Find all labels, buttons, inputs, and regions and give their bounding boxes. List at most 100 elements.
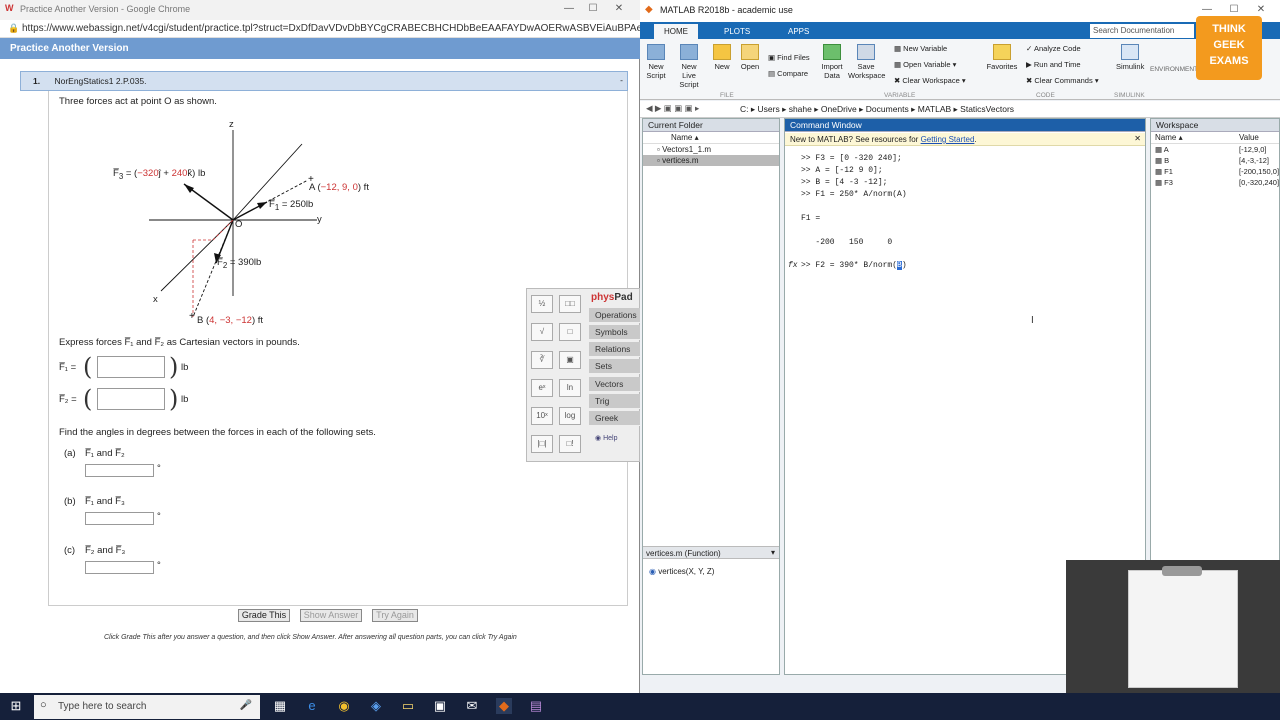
factorial-key[interactable]: □! [559, 435, 581, 453]
f1-answer-input[interactable] [97, 356, 165, 378]
ws-name-column[interactable]: Name ▴ [1155, 133, 1183, 142]
new-script-button[interactable]: New Script [644, 44, 668, 80]
command-input[interactable]: >> F2 = 390* B/norm(B) [801, 261, 907, 270]
folder-name-column[interactable]: Name ▴ [643, 132, 779, 144]
microphone-icon[interactable]: 🎤 [240, 700, 252, 711]
getting-started-link[interactable]: Getting Started [921, 135, 975, 144]
f3-label: F̅3 = (−320ĵ + 240k̂) lb [113, 168, 206, 181]
file-explorer-icon[interactable]: ▭ [400, 698, 416, 714]
angle-a-input[interactable] [85, 464, 154, 477]
point-b-label: B (4, −3, −12) ft [197, 315, 264, 326]
taskbar-search[interactable]: ○ Type here to search 🎤 [34, 695, 260, 719]
analyze-code-button[interactable]: ✓ Analyze Code [1026, 44, 1081, 53]
visual-studio-icon[interactable]: ◈ [368, 698, 384, 714]
address-bar[interactable]: 🔒 https://www.webassign.net/v4cgi/studen… [0, 20, 640, 38]
new-button[interactable]: New [710, 44, 734, 71]
path-segment[interactable]: shahe [789, 104, 812, 114]
exp-key[interactable]: eˣ [531, 379, 553, 397]
tab-apps[interactable]: APPS [778, 24, 819, 39]
run-and-time-button[interactable]: ▶ Run and Time [1026, 60, 1081, 69]
search-icon: ○ [40, 699, 47, 711]
open-variable-button[interactable]: ▦ Open Variable ▾ [894, 60, 956, 69]
app-taskbar-icon[interactable]: ▤ [528, 698, 544, 714]
clipboard-paper [1128, 570, 1238, 688]
path-segment[interactable]: C: [740, 104, 749, 114]
find-files-button[interactable]: ▣ Find Files [768, 53, 810, 62]
question-intro: Three forces act at point O as shown. [59, 96, 217, 107]
tab-plots[interactable]: PLOTS [714, 24, 760, 39]
simulink-button[interactable]: Simulink [1116, 44, 1144, 71]
mail-icon[interactable]: ✉ [464, 698, 480, 714]
command-history: >> F3 = [0 -320 240]; >> A = [-12 9 0]; >>… [801, 154, 907, 247]
nav-arrows-icon[interactable]: ◀ ▶ ▣ ▣ ▣ ▸ [646, 103, 699, 114]
sqrt-key[interactable]: √ [531, 323, 553, 341]
tab-trig[interactable]: Trig [589, 394, 641, 409]
store-icon[interactable]: ▣ [432, 698, 448, 714]
open-button[interactable]: Open [738, 44, 762, 71]
f2-answer-input[interactable] [97, 388, 165, 410]
fx-icon[interactable]: fx [788, 261, 798, 270]
tab-greek[interactable]: Greek [589, 411, 641, 426]
save-workspace-button[interactable]: Save Workspace [848, 44, 885, 80]
minimize-icon[interactable]: — [562, 3, 576, 17]
log-key[interactable]: log [559, 407, 581, 425]
help-link[interactable]: ◉ Help [595, 434, 617, 442]
notice-close-icon[interactable]: ✕ [1134, 134, 1141, 143]
path-segment[interactable]: OneDrive [821, 104, 857, 114]
ln-key[interactable]: ln [559, 379, 581, 397]
subscript-key[interactable]: □ [559, 323, 581, 341]
matlab-taskbar-icon[interactable]: ◆ [496, 698, 512, 714]
angle-c-input[interactable] [85, 561, 154, 574]
show-answer-button[interactable]: Show Answer [300, 609, 362, 622]
mixed-key[interactable]: □□ [559, 295, 581, 313]
workspace-row[interactable]: ▦ F1 [-200,150,0] [1151, 166, 1279, 177]
page-header-bar: Practice Another Version [0, 38, 640, 59]
details-header[interactable]: vertices.m (Function) ▾ [643, 546, 779, 559]
new-variable-button[interactable]: ▦ New Variable [894, 44, 947, 53]
import-data-button[interactable]: Import Data [820, 44, 844, 80]
tab-vectors[interactable]: Vectors [589, 377, 641, 392]
cbrt-key[interactable]: ∛ [531, 351, 553, 369]
file-item[interactable]: ▫ Vectors1_1.m [643, 144, 779, 155]
address-path[interactable]: ◀ ▶ ▣ ▣ ▣ ▸ C: ▸ Users ▸ shahe ▸ OneDriv… [640, 101, 1280, 118]
webcam-overlay [1066, 560, 1280, 693]
ws-value-column[interactable]: Value [1239, 133, 1259, 142]
abs-key[interactable]: |□| [531, 435, 553, 453]
path-segment[interactable]: MATLAB [918, 104, 951, 114]
close-icon[interactable]: ✕ [612, 3, 626, 17]
chrome-icon[interactable]: ◉ [336, 698, 352, 714]
workspace-row[interactable]: ▦ F3 [0,-320,240] [1151, 177, 1279, 188]
maximize-icon[interactable]: ☐ [586, 3, 600, 17]
angle-b-input[interactable] [85, 512, 154, 525]
clear-workspace-button[interactable]: ✖ Clear Workspace ▾ [894, 76, 966, 85]
clear-commands-button[interactable]: ✖ Clear Commands ▾ [1026, 76, 1099, 85]
task-view-icon[interactable]: ▦ [272, 698, 288, 714]
favorites-button[interactable]: Favorites [986, 44, 1018, 71]
fraction-key[interactable]: ½ [531, 295, 553, 313]
try-again-button[interactable]: Try Again [372, 609, 418, 622]
collapse-button[interactable]: - [620, 75, 623, 85]
grade-this-button[interactable]: Grade This [238, 609, 290, 622]
workspace-row[interactable]: ▦ B [4,-3,-12] [1151, 155, 1279, 166]
superscript-key[interactable]: ▣ [559, 351, 581, 369]
instructions-footer: Click Grade This after you answer a ques… [104, 634, 517, 641]
search-documentation-input[interactable]: Search Documentation [1090, 24, 1194, 38]
environment-section[interactable]: ENVIRONMENT [1150, 66, 1198, 73]
new-live-script-button[interactable]: New Live Script [674, 44, 704, 89]
compare-button[interactable]: ▤ Compare [768, 69, 808, 78]
tab-symbols[interactable]: Symbols [589, 325, 641, 340]
workspace-row[interactable]: ▦ A [-12,9,0] [1151, 144, 1279, 155]
pow10-key[interactable]: 10ˣ [531, 407, 553, 425]
lock-icon: 🔒 [8, 23, 20, 33]
tab-home[interactable]: HOME [654, 24, 698, 39]
path-segment[interactable]: StaticsVectors [960, 104, 1014, 114]
file-item[interactable]: ▫ vertices.m [643, 155, 779, 166]
edge-icon[interactable]: e [304, 698, 320, 714]
tab-sets[interactable]: Sets [589, 359, 641, 374]
windows-start-icon[interactable]: ⊞ [8, 698, 24, 714]
tab-operations[interactable]: Operations [589, 308, 641, 323]
path-segment[interactable]: Users [758, 104, 780, 114]
question-header: 1. NorEngStatics1 2.P.035. - [20, 71, 628, 91]
tab-relations[interactable]: Relations [589, 342, 641, 357]
path-segment[interactable]: Documents [866, 104, 909, 114]
